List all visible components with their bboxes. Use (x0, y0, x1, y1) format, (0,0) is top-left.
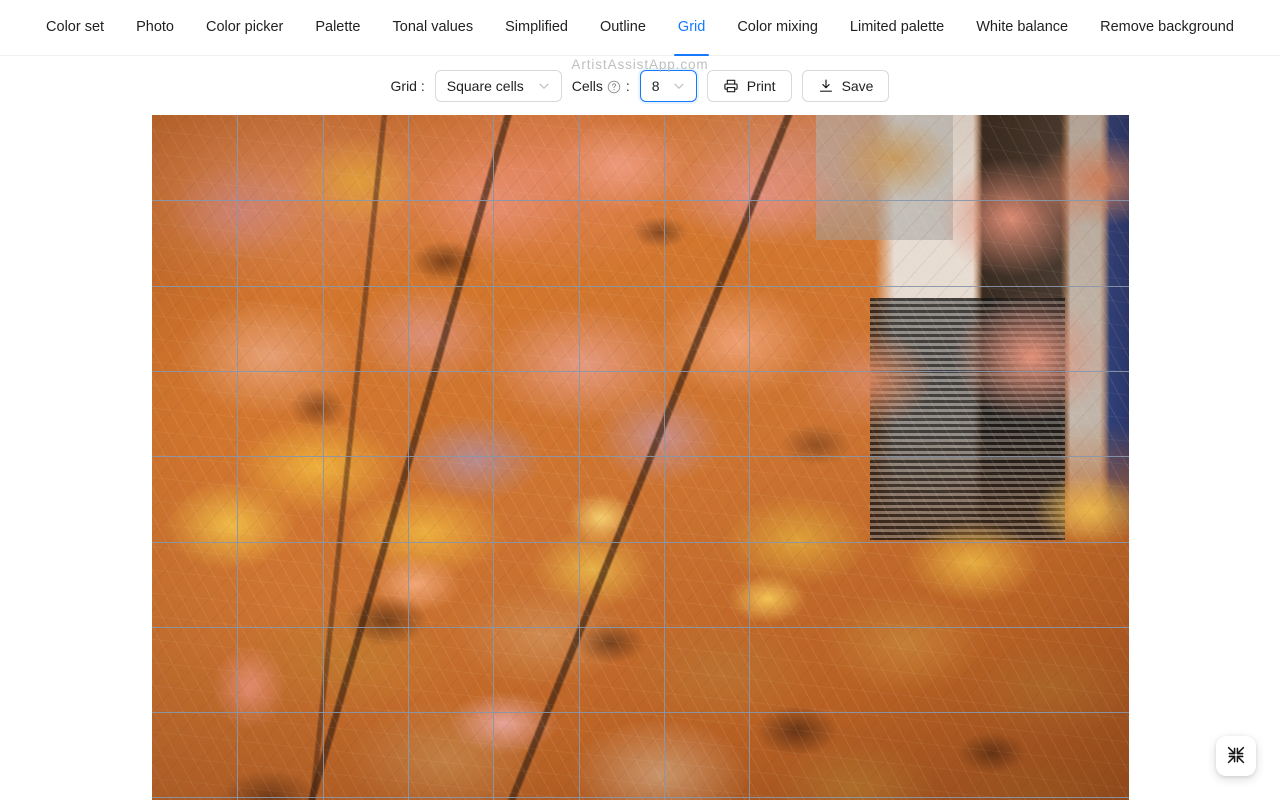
tab-label: Color picker (205, 19, 284, 36)
print-button[interactable]: Print (706, 69, 792, 102)
chevron-down-icon (538, 80, 550, 92)
tab-palette[interactable]: Palette (299, 0, 376, 56)
tab-color-set[interactable]: Color set (30, 0, 120, 56)
cells-label-suffix: : (625, 77, 630, 94)
tab-label: Tonal values (392, 19, 474, 36)
toggle-fullscreen-button[interactable] (1216, 736, 1256, 776)
tab-color-mixing[interactable]: Color mixing (721, 0, 834, 56)
tab-label: White balance (976, 19, 1069, 36)
reference-photo (152, 115, 1129, 800)
cells-count-select[interactable]: 8 (639, 69, 697, 102)
grid-type-select[interactable]: Square cells (434, 69, 562, 102)
grid-type-value: Square cells (446, 77, 524, 94)
main-tab-bar: Color set Photo Color picker Palette Tonal v… (0, 0, 1280, 56)
download-icon (818, 78, 834, 94)
tab-photo[interactable]: Photo (120, 0, 190, 56)
tab-label: Limited palette (849, 19, 945, 36)
print-button-label: Print (746, 77, 776, 94)
grid-type-label: Grid : (390, 77, 425, 94)
save-button[interactable]: Save (801, 69, 890, 102)
app-root: Color set Photo Color picker Palette Tonal v… (0, 0, 1280, 800)
tab-label: Simplified (505, 19, 568, 36)
tab-label: Grid (677, 19, 706, 36)
save-button-label: Save (841, 77, 874, 94)
tab-label: Color mixing (737, 19, 818, 36)
tab-outline[interactable]: Outline (584, 0, 662, 56)
photo-with-grid[interactable] (152, 115, 1129, 800)
tab-label: Color set (46, 19, 105, 36)
photo-layer-vignette (152, 115, 1129, 800)
printer-icon (723, 78, 739, 94)
cells-label: Cells : (572, 78, 630, 94)
tab-limited-palette[interactable]: Limited palette (834, 0, 960, 56)
question-circle-icon[interactable] (607, 79, 622, 94)
cells-count-value: 8 (651, 77, 660, 94)
tab-simplified[interactable]: Simplified (489, 0, 584, 56)
grid-toolbar: Grid : Square cells Cells : 8 Print Save (0, 56, 1280, 111)
tab-tonal-values[interactable]: Tonal values (377, 0, 490, 56)
tab-grid[interactable]: Grid (662, 0, 721, 56)
tab-color-picker[interactable]: Color picker (190, 0, 299, 56)
tab-label: Palette (315, 19, 361, 36)
tab-white-balance[interactable]: White balance (960, 0, 1084, 56)
tab-label: Photo (136, 19, 174, 36)
grid-canvas-area[interactable] (0, 111, 1280, 800)
tab-label: Outline (599, 19, 646, 36)
cells-label-text: Cells (571, 77, 603, 94)
chevron-down-icon (673, 80, 685, 92)
tab-label: Remove background (1100, 19, 1234, 36)
compress-icon (1227, 746, 1245, 767)
tab-remove-background[interactable]: Remove background (1084, 0, 1250, 56)
